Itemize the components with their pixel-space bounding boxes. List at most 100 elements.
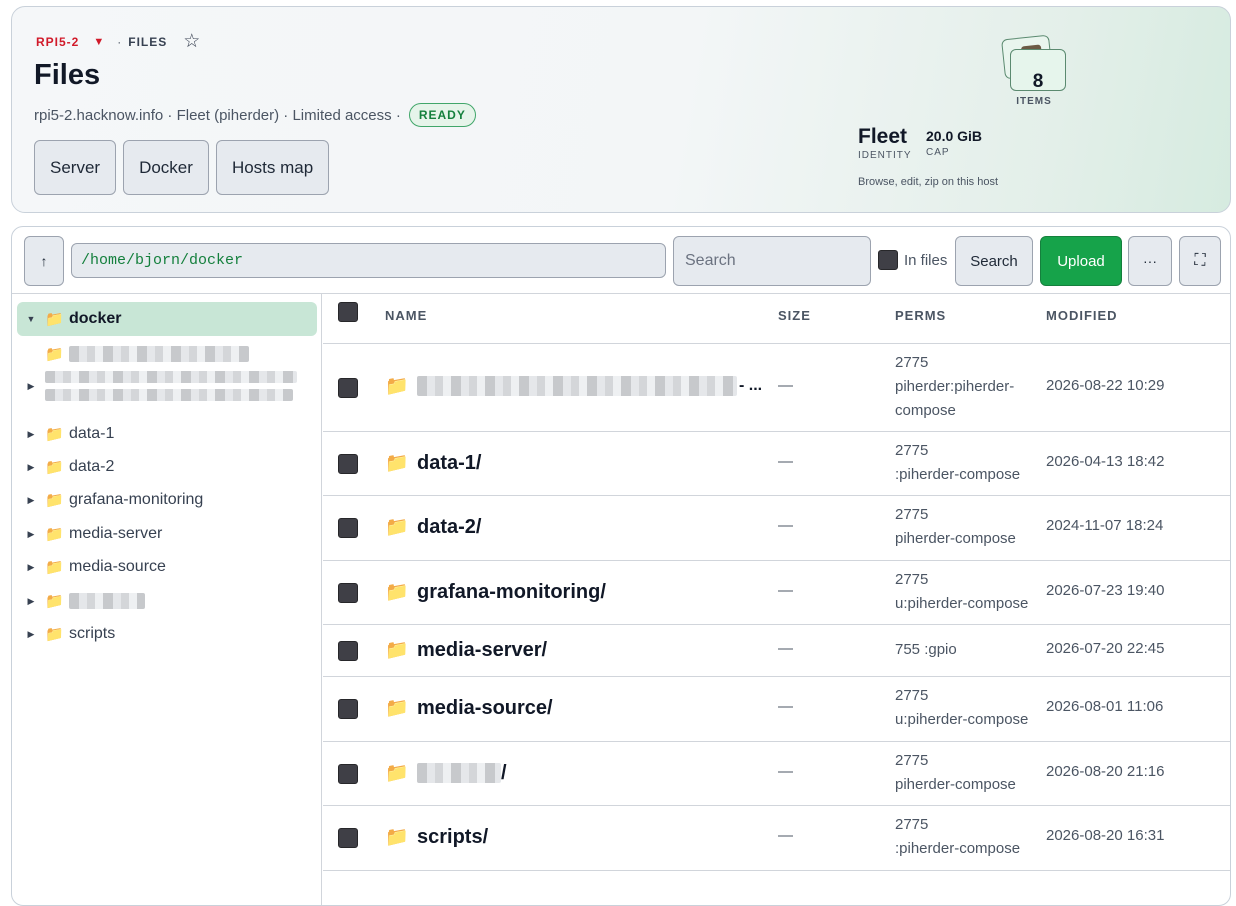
in-files-toggle[interactable]: In files <box>878 250 947 270</box>
file-modified: 2026-08-20 16:31 <box>1046 827 1165 844</box>
tree-item-media-server[interactable]: ▶ 📁 media-server <box>17 521 163 547</box>
file-perms: 2775 piherder-compose <box>895 503 1045 551</box>
folder-icon: 📁 <box>385 698 409 719</box>
expand-caret-icon[interactable]: ▶ <box>17 381 45 392</box>
more-options-button[interactable]: ··· <box>1128 236 1172 286</box>
file-name[interactable]: 📁 data-1/ <box>385 451 481 475</box>
file-name[interactable]: 📁 scripts/ <box>385 825 488 849</box>
path-input[interactable] <box>71 243 666 278</box>
row-checkbox[interactable] <box>338 518 358 538</box>
redacted-label <box>417 376 737 396</box>
fullscreen-icon[interactable]: ⛶ <box>1179 236 1221 286</box>
docker-button[interactable]: Docker <box>123 140 209 195</box>
expand-caret-icon[interactable]: ▶ <box>17 562 45 573</box>
file-name[interactable]: 📁 media-source/ <box>385 696 553 720</box>
file-perms: 2775 u:piherder-compose <box>895 684 1045 732</box>
expand-caret-icon[interactable]: ▶ <box>17 596 45 607</box>
tree-item-label: data-1 <box>69 425 115 442</box>
up-directory-button[interactable]: ↑ <box>24 236 64 286</box>
collapse-caret-icon[interactable]: ▼ <box>17 314 45 324</box>
perm-owner: :gpio <box>924 641 957 658</box>
row-checkbox[interactable] <box>338 828 358 848</box>
file-name-label: / <box>501 761 507 784</box>
table-row[interactable]: 📁 scripts/ — 2775 :piherder-compose 2026… <box>323 806 1230 871</box>
file-name[interactable]: 📁 - ... <box>385 374 762 398</box>
tree-item-label: grafana-monitoring <box>69 491 204 508</box>
file-perms: 2775 u:piherder-compose <box>895 568 1045 616</box>
hosts-map-button[interactable]: Hosts map <box>215 140 330 195</box>
file-name-label: grafana-monitoring/ <box>417 580 606 603</box>
search-input[interactable] <box>673 236 871 286</box>
tree-item-data-1[interactable]: ▶ 📁 data-1 <box>17 421 115 447</box>
breadcrumb-separator: · <box>117 35 123 49</box>
favorite-star-icon[interactable]: ☆ <box>183 32 201 51</box>
table-row[interactable]: 📁 / — 2775 piherder-compose 2026-08-20 2… <box>323 742 1230 806</box>
search-button[interactable]: Search <box>955 236 1033 286</box>
expand-caret-icon[interactable]: ▶ <box>17 495 45 506</box>
host-dropdown-icon[interactable]: ▼ <box>93 36 105 48</box>
tree-item-redacted[interactable]: ▶ <box>17 366 297 406</box>
expand-caret-icon[interactable]: ▶ <box>17 629 45 640</box>
folder-icon: 📁 <box>45 459 64 476</box>
tree-item-label: scripts <box>69 625 116 642</box>
table-row[interactable]: 📁 media-server/ — 755 :gpio 2026-07-20 2… <box>323 625 1230 677</box>
row-checkbox[interactable] <box>338 454 358 474</box>
tree-item-data-2[interactable]: ▶ 📁 data-2 <box>17 454 115 480</box>
file-name[interactable]: 📁 data-2/ <box>385 515 481 539</box>
table-row[interactable]: 📁 media-source/ — 2775 u:piherder-compos… <box>323 677 1230 742</box>
file-name-label: data-2/ <box>417 515 482 538</box>
row-checkbox[interactable] <box>338 583 358 603</box>
table-row[interactable]: 📁 grafana-monitoring/ — 2775 u:piherder-… <box>323 561 1230 625</box>
file-table: NAME SIZE PERMS MODIFIED 📁 - ... — 2775 … <box>323 294 1230 871</box>
file-size: — <box>778 377 793 394</box>
row-checkbox[interactable] <box>338 699 358 719</box>
file-size: — <box>778 453 793 470</box>
file-modified: 2026-08-22 10:29 <box>1046 377 1165 394</box>
host-name[interactable]: RPI5-2 <box>36 35 79 49</box>
status-badge: READY <box>408 103 476 127</box>
row-checkbox[interactable] <box>338 764 358 784</box>
column-name[interactable]: NAME <box>385 308 427 323</box>
folder-icon: 📁 <box>45 311 64 328</box>
expand-caret-icon[interactable]: ▶ <box>17 462 45 473</box>
file-name-label: media-source/ <box>417 696 553 719</box>
tree-item-media-source[interactable]: ▶ 📁 media-source <box>17 554 166 580</box>
column-modified[interactable]: MODIFIED <box>1046 308 1118 323</box>
file-name[interactable]: 📁 media-server/ <box>385 638 547 662</box>
column-size[interactable]: SIZE <box>778 308 811 323</box>
perm-mode: 2775 <box>895 816 929 833</box>
file-name[interactable]: 📁 / <box>385 761 507 785</box>
file-name[interactable]: 📁 grafana-monitoring/ <box>385 580 606 604</box>
page-title: Files <box>34 59 101 91</box>
expand-caret-icon[interactable]: ▶ <box>17 429 45 440</box>
row-checkbox[interactable] <box>338 378 358 398</box>
tree-item-docker[interactable]: ▼ 📁 docker <box>17 302 317 336</box>
server-button[interactable]: Server <box>34 140 117 195</box>
table-row[interactable]: 📁 - ... — 2775 piherder:piherder-compose… <box>323 344 1230 432</box>
tree-item-grafana-monitoring[interactable]: ▶ 📁 grafana-monitoring <box>17 487 204 513</box>
expand-caret-icon[interactable]: ▶ <box>17 529 45 540</box>
redacted-label <box>417 763 501 783</box>
tree-item-scripts[interactable]: ▶ 📁 scripts <box>17 621 116 647</box>
in-files-checkbox[interactable] <box>878 250 898 270</box>
perm-owner: piherder-compose <box>895 776 1016 793</box>
upload-button[interactable]: Upload <box>1040 236 1122 286</box>
perm-mode: 2775 <box>895 752 929 769</box>
breadcrumb-current: FILES <box>128 35 168 49</box>
folder-icon: 📁 <box>385 640 409 661</box>
perm-mode: 2775 <box>895 571 929 588</box>
perm-mode: 2775 <box>895 506 929 523</box>
file-size: — <box>778 582 793 599</box>
select-all-checkbox[interactable] <box>338 302 358 322</box>
folder-icon: 📁 <box>45 492 64 509</box>
column-perms[interactable]: PERMS <box>895 308 946 323</box>
tree-item-redacted[interactable]: 📁 <box>45 341 249 367</box>
folder-icon: 📁 <box>45 526 64 543</box>
tree-item-redacted[interactable]: ▶ 📁 <box>17 588 145 614</box>
file-perms: 2775 :piherder-compose <box>895 439 1045 487</box>
items-count: 8 <box>1032 71 1044 92</box>
row-checkbox[interactable] <box>338 641 358 661</box>
table-row[interactable]: 📁 data-1/ — 2775 :piherder-compose 2026-… <box>323 432 1230 496</box>
table-row[interactable]: 📁 data-2/ — 2775 piherder-compose 2024-1… <box>323 496 1230 561</box>
file-perms: 755 :gpio <box>895 638 1045 662</box>
